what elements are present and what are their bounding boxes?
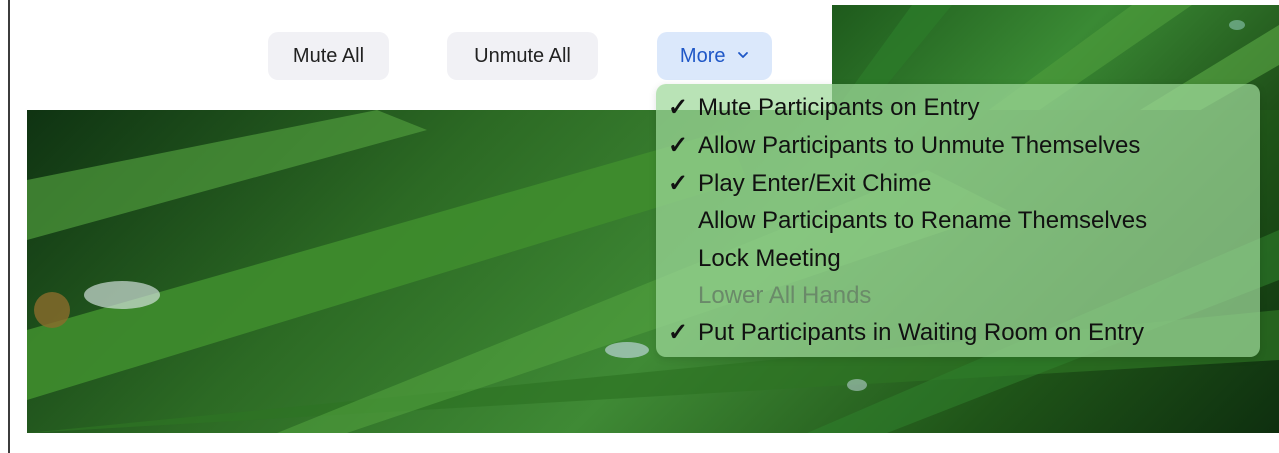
menu-item-play-enter-exit-chime[interactable]: ✓ Play Enter/Exit Chime [668,166,931,202]
unmute-all-button[interactable]: Unmute All [447,32,598,80]
menu-item-waiting-room-on-entry[interactable]: ✓ Put Participants in Waiting Room on Ent… [668,315,1144,351]
unmute-all-label: Unmute All [474,45,571,67]
checkmark-icon: ✓ [668,170,689,197]
menu-item-label: Lower All Hands [698,282,872,309]
menu-item-label: Allow Participants to Unmute Themselves [698,132,1141,159]
chevron-down-icon [738,51,748,58]
more-options-menu: ✓ Mute Participants on Entry ✓ Allow Parti… [656,84,1260,357]
more-button[interactable]: More [657,32,772,80]
checkmark-icon: ✓ [668,319,689,346]
menu-item-mute-participants-on-entry[interactable]: ✓ Mute Participants on Entry [668,90,979,126]
menu-item-lower-all-hands: Lower All Hands [668,278,871,314]
mute-all-button[interactable]: Mute All [268,32,389,80]
more-label: More [679,45,726,67]
window-edge [8,0,10,453]
menu-item-label: Allow Participants to Rename Themselves [698,207,1148,234]
menu-item-allow-rename-themselves[interactable]: Allow Participants to Rename Themselves [668,203,1147,239]
menu-item-label: Put Participants in Waiting Room on Entr… [698,319,1144,346]
menu-item-label: Lock Meeting [698,245,841,272]
checkmark-icon: ✓ [668,94,689,121]
mute-all-label: Mute All [292,45,365,67]
menu-item-lock-meeting[interactable]: Lock Meeting [668,241,841,277]
checkmark-icon: ✓ [668,132,689,159]
menu-item-label: Play Enter/Exit Chime [698,170,932,197]
menu-item-label: Mute Participants on Entry [698,94,980,121]
menu-item-allow-unmute-themselves[interactable]: ✓ Allow Participants to Unmute Themselves [668,128,1140,164]
